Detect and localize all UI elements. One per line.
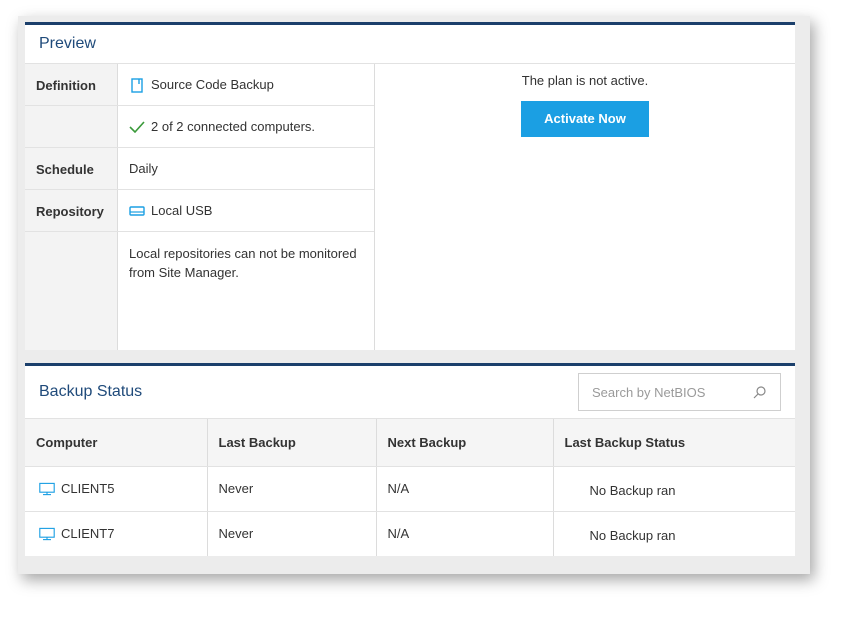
document-icon (129, 77, 145, 93)
computer-cell: CLIENT7 (25, 511, 208, 556)
table-row[interactable]: CLIENT5 Never N/A No Backup ran (25, 466, 795, 512)
computers-row: 2 of 2 connected computers. (25, 106, 374, 148)
last-backup-status-cell: No Backup ran (589, 528, 676, 544)
preview-body: Definition Source Code Backup 2 of 2 con… (25, 64, 795, 350)
usb-drive-icon (129, 203, 145, 219)
next-backup-cell: N/A (376, 466, 554, 512)
search-icon[interactable] (752, 384, 767, 400)
repository-note: Local repositories can not be monitored … (129, 246, 357, 280)
plan-inactive-text: The plan is not active. (521, 73, 649, 88)
repository-label: Repository (25, 190, 118, 231)
activate-now-button[interactable]: Activate Now (521, 101, 649, 137)
table-header-row: Computer Last Backup Next Backup Last Ba… (25, 419, 795, 467)
repository-row: Repository Local USB (25, 190, 374, 232)
last-backup-status-cell: No Backup ran (553, 466, 795, 512)
column-header-computer[interactable]: Computer (25, 419, 208, 467)
computer-name: CLIENT5 (61, 481, 115, 496)
repository-value: Local USB (151, 203, 213, 218)
computer-cell: CLIENT5 (25, 466, 208, 512)
next-backup-cell: N/A (376, 511, 554, 556)
table-row[interactable]: CLIENT7 Never N/A No Backup ran (25, 511, 795, 556)
repository-note-row: Local repositories can not be monitored … (25, 232, 374, 350)
last-backup-cell: Never (207, 511, 377, 556)
preview-panel: Preview Definition Source Code Backup 2 … (25, 22, 795, 350)
backup-status-title: Backup Status (39, 383, 143, 400)
monitor-icon (39, 526, 55, 542)
preview-title: Preview (25, 25, 795, 64)
backup-status-panel: Backup Status Computer Last Backup Next … (25, 363, 795, 556)
definition-column: Definition Source Code Backup 2 of 2 con… (25, 64, 375, 350)
column-header-last-backup[interactable]: Last Backup (207, 419, 377, 467)
last-backup-cell: Never (207, 466, 377, 512)
definition-value[interactable]: Source Code Backup (151, 77, 274, 92)
backup-status-table: Computer Last Backup Next Backup Last Ba… (25, 419, 795, 556)
definition-row: Definition Source Code Backup (25, 64, 374, 106)
computers-value: 2 of 2 connected computers. (151, 119, 316, 134)
computers-label (25, 106, 118, 147)
repository-note-label (25, 232, 118, 350)
schedule-label: Schedule (25, 148, 118, 189)
monitor-icon (39, 481, 55, 497)
checkmark-icon (129, 119, 145, 135)
backup-status-header: Backup Status (25, 366, 795, 419)
activation-column: The plan is not active. Activate Now (375, 64, 795, 350)
schedule-row: Schedule Daily (25, 148, 374, 190)
computers-value-cell: 2 of 2 connected computers. (118, 106, 374, 147)
search-input[interactable] (592, 384, 752, 400)
definition-value-cell: Source Code Backup (118, 64, 374, 105)
repository-value-cell: Local USB (118, 190, 374, 231)
column-header-next-backup[interactable]: Next Backup (376, 419, 554, 467)
definition-label: Definition (25, 64, 118, 105)
schedule-value: Daily (129, 161, 158, 176)
computer-name: CLIENT7 (61, 526, 115, 542)
column-header-last-backup-status[interactable]: Last Backup Status (553, 419, 795, 467)
search-box (578, 373, 781, 411)
